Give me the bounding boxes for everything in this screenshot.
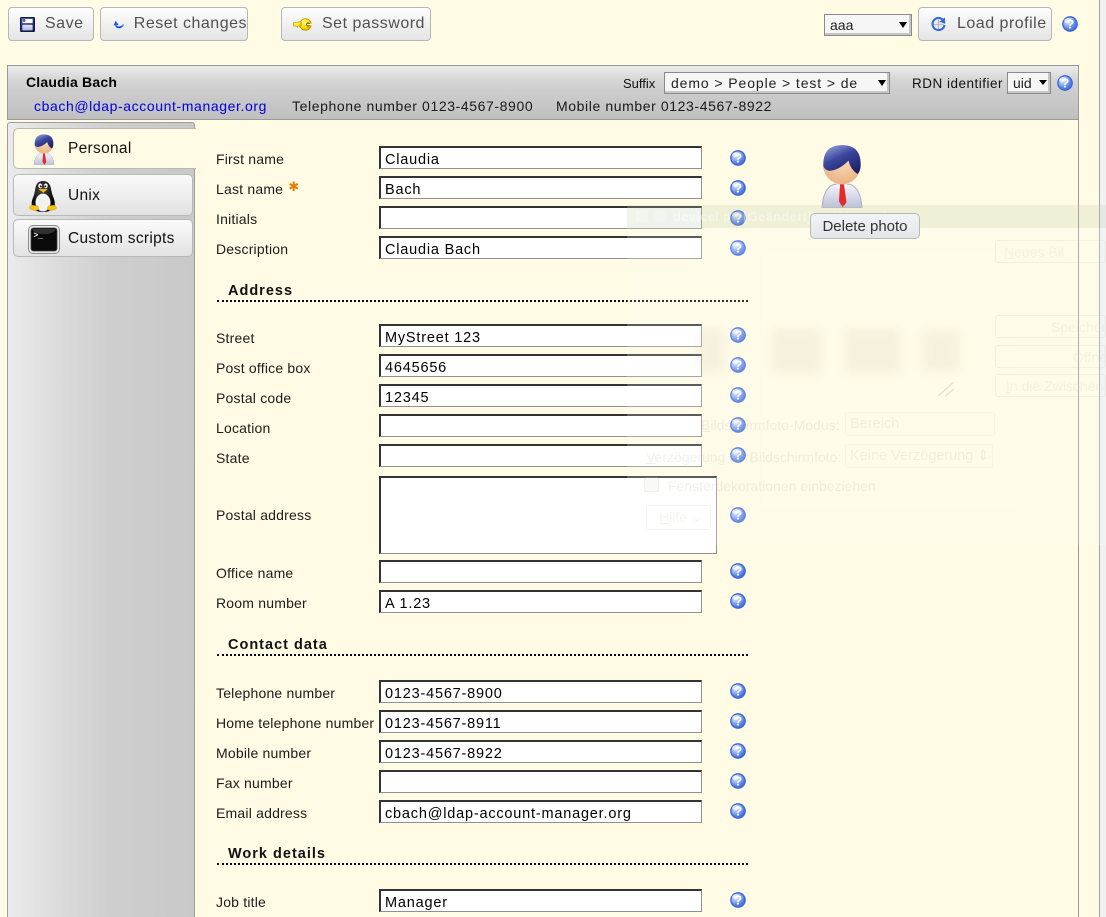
svg-text:?: ? — [734, 893, 742, 908]
svg-text:?: ? — [734, 774, 742, 789]
svg-text:?: ? — [734, 744, 742, 759]
svg-text:?: ? — [734, 594, 742, 609]
svg-text:>_: >_ — [34, 232, 44, 241]
svg-text:?: ? — [734, 714, 742, 729]
svg-text:?: ? — [734, 804, 742, 819]
svg-text:?: ? — [734, 564, 742, 579]
svg-text:?: ? — [734, 181, 742, 196]
svg-text:?: ? — [1066, 17, 1074, 32]
svg-text:?: ? — [1061, 76, 1069, 91]
svg-text:?: ? — [734, 684, 742, 699]
svg-text:?: ? — [734, 151, 742, 166]
